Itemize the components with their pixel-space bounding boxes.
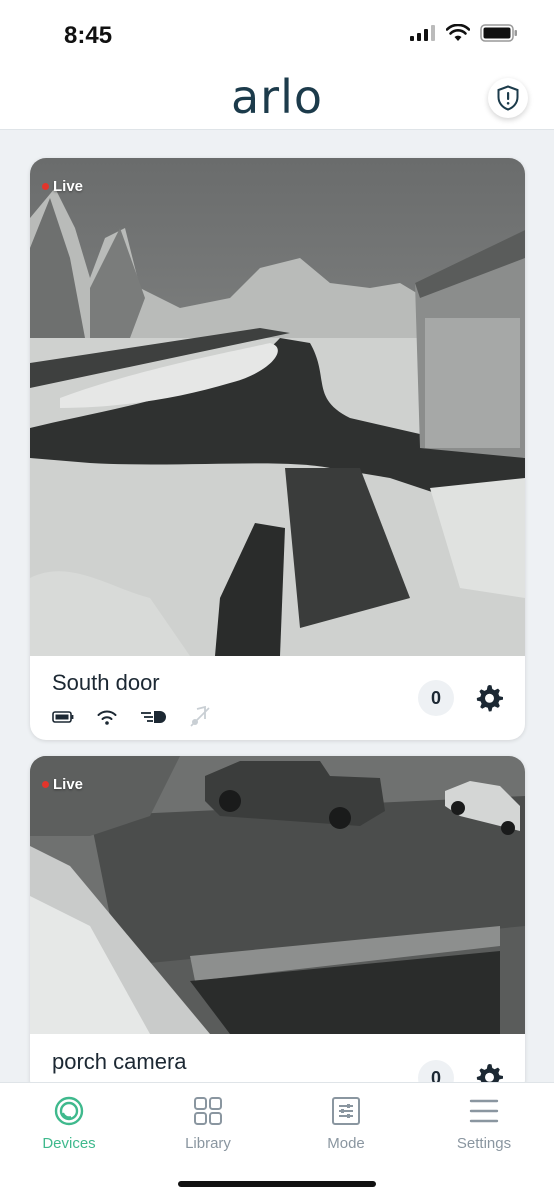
device-name: South door [52,670,160,695]
live-label: Live [53,776,84,793]
status-time: 8:45 [64,22,113,49]
mode-icon [332,1097,360,1125]
device-status-row [52,706,210,728]
battery-status-icon [52,711,74,723]
live-indicator: Live [42,776,83,793]
nav-settings[interactable]: Settings [429,1093,539,1152]
nav-devices[interactable]: Devices [14,1093,124,1152]
device-card-porch-camera[interactable]: Live porch camera 0 [30,756,525,1096]
battery-icon [480,24,517,42]
nav-mode[interactable]: Mode [291,1093,401,1152]
settings-icon [469,1099,499,1123]
live-indicator: Live [42,178,83,195]
live-label: Live [53,178,84,195]
wifi-status-icon [97,710,117,725]
camera-feed-image [30,158,525,656]
status-bar: 8:45 [0,0,554,70]
nav-library[interactable]: Library [153,1093,263,1152]
app-header: arlo [0,70,554,130]
security-shield-button[interactable] [488,78,528,118]
live-dot [42,183,49,190]
devices-icon [54,1096,84,1126]
library-icon [194,1097,222,1125]
shield-alert-icon [497,85,519,111]
status-icons [410,24,518,42]
nav-label: Settings [456,1135,512,1152]
nav-label: Devices [42,1135,96,1152]
gear-icon[interactable] [474,683,504,713]
home-indicator[interactable] [178,1181,376,1187]
wifi-icon [446,24,470,41]
cellular-signal-icon [410,25,435,41]
arlo-logo: arlo [230,70,324,124]
device-card-south-door[interactable]: Live South door 0 [30,158,525,740]
audio-off-icon [190,706,210,727]
camera-feed-image [30,756,525,1034]
clips-count-badge[interactable]: 0 [418,680,454,716]
spotlight-icon [141,711,166,723]
device-name: porch camera [52,1049,187,1074]
nav-label: Library [185,1135,231,1152]
camera-feed[interactable]: Live [30,756,525,1034]
nav-label: Mode [327,1135,365,1152]
camera-feed[interactable]: Live [30,158,525,656]
live-dot [42,781,49,788]
